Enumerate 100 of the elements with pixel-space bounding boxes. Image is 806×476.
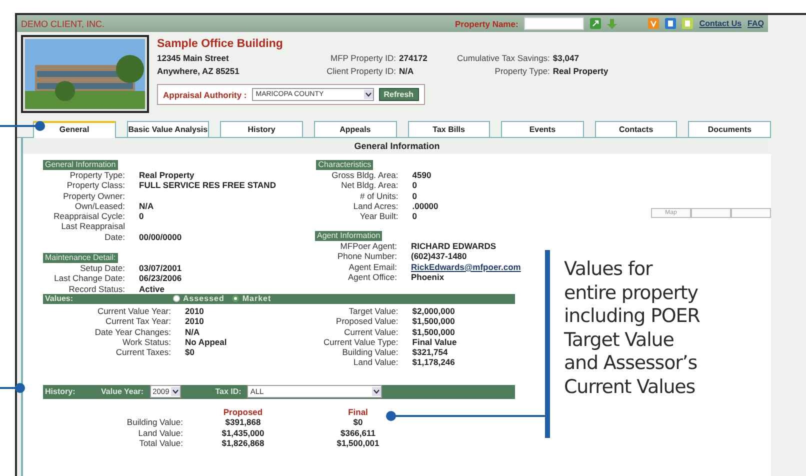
column-header: Proposed (222, 406, 264, 418)
client-name: DEMO CLIENT, INC. (21, 18, 106, 28)
field-value: .00000 (412, 200, 440, 212)
field-value: Phoenix (411, 272, 444, 282)
field-label: Building Value: (341, 347, 398, 358)
field-value: N/A (139, 200, 155, 212)
field-label: Property Type: (68, 170, 125, 180)
field-value: N/A (185, 326, 201, 337)
field-label: Land Value: (352, 357, 398, 368)
field-label: Current Value Year: (96, 306, 171, 316)
field-label: Date Year Changes: (94, 326, 171, 337)
field-value: 2010 (185, 316, 205, 327)
field-value: Real Property (552, 65, 608, 78)
map-option-button[interactable] (731, 208, 771, 218)
table-cell-text: $0 (352, 417, 364, 428)
field-value: $1,500,000 (412, 316, 456, 327)
field-value: 274172 (399, 52, 428, 65)
field-value: 0 (412, 190, 418, 201)
field-value: 03/07/2001 (139, 263, 183, 274)
field-label: Client Property ID: (326, 65, 396, 78)
field-label: Property Class: (66, 180, 125, 191)
map-option-button[interactable] (691, 208, 731, 218)
bar-label: Tax ID: (215, 387, 242, 396)
field-value: 00/00/0000 (139, 232, 183, 242)
table-cell-text: $1,435,000 (220, 428, 266, 438)
radio-option[interactable]: Market (232, 294, 272, 304)
property-name-field[interactable] (524, 17, 584, 30)
callout-pointer (0, 383, 25, 393)
header-link[interactable]: Contact Us (699, 19, 742, 28)
radio-option[interactable]: Assessed (173, 294, 224, 304)
header-link[interactable]: FAQ (748, 19, 764, 28)
dropdown-caret-icon (364, 90, 373, 99)
tab[interactable]: Documents (688, 121, 771, 137)
field-value: 2010 (185, 306, 205, 316)
field-value: 0 (139, 211, 145, 222)
table-cell-text: $1,500,001 (336, 438, 380, 449)
field-label: Land Acres: (352, 200, 398, 212)
address-line: Anywhere, AZ 85251 (157, 65, 240, 78)
field-label: Property Name: (455, 18, 518, 28)
bar-label: Values: (45, 294, 74, 304)
dropdown-caret-icon (171, 387, 180, 396)
field-value: $0 (185, 347, 196, 358)
address-line: 12345 Main Street (157, 52, 230, 65)
section-header: Agent Information (315, 231, 382, 242)
field-value: FULL SERVICE RES FREE STAND (139, 180, 277, 191)
field-label: Year Built: (358, 211, 398, 222)
radio-button[interactable] (232, 295, 240, 302)
field-label: Date: (104, 232, 125, 242)
search-go-icon[interactable] (590, 18, 602, 29)
field-value: $2,000,000 (412, 306, 456, 316)
section-header: General Information (43, 160, 118, 170)
field-label: Work Status: (122, 336, 171, 348)
field-label: Net Bldg. Area: (340, 180, 398, 191)
tab[interactable]: Tax Bills (408, 121, 490, 137)
refresh-button[interactable]: Refresh (378, 88, 419, 101)
tab[interactable]: Appeals (314, 121, 396, 137)
field-label: Last Reappraisal (60, 221, 125, 232)
field-label: Current Tax Year: (104, 316, 171, 327)
table-cell-text: $1,826,868 (220, 438, 266, 449)
arrow-down-icon[interactable] (607, 18, 618, 29)
field-label: Setup Date: (79, 263, 125, 274)
callout-pointer (0, 121, 45, 131)
letter-icon[interactable] (648, 18, 660, 29)
table-cell-text: $366,611 (340, 428, 376, 438)
tab[interactable]: Events (501, 121, 584, 137)
field-label: Proposed Value: (335, 316, 398, 327)
field-value: No Appeal (185, 336, 228, 348)
tab[interactable]: History (220, 121, 303, 137)
field-value: 0 (412, 211, 418, 222)
field-label: MFPoer Agent: (339, 241, 397, 252)
tab[interactable]: Contacts (594, 121, 678, 137)
table-cell-text: $391,868 (224, 417, 262, 428)
field-label: Record Status: (68, 284, 125, 294)
row-label: Building Value: (126, 417, 183, 428)
field-label: # of Units: (358, 190, 398, 201)
field-label: Cumulative Tax Savings: (457, 52, 550, 65)
email-link[interactable]: RickEdwards@mfpoer.com (411, 262, 521, 272)
field-label: Last Change Date: (53, 273, 125, 284)
section-header: Maintenance Detail: (43, 253, 118, 264)
field-value: 4590 (412, 170, 432, 180)
field-value: $3,047 (552, 52, 580, 65)
tab[interactable]: General (33, 121, 116, 138)
note-icon[interactable] (682, 18, 694, 29)
field-value: N/A (399, 65, 415, 78)
column-header: Final (347, 406, 369, 418)
field-value: Final Value (412, 336, 458, 348)
section-header: Characteristics (316, 160, 374, 170)
field-value: $321,754 (412, 347, 449, 358)
bar-label: Value Year: (101, 387, 144, 396)
field-label: MFP Property ID: (330, 52, 396, 65)
dropdown-caret-icon (372, 387, 382, 396)
document-icon[interactable] (665, 18, 676, 29)
bar-label: History: (45, 387, 76, 396)
field-label: Phone Number: (336, 251, 397, 262)
tab[interactable]: Basic Value Analysis (126, 121, 210, 137)
radio-button[interactable] (173, 295, 180, 302)
field-value: $1,178,246 (412, 357, 456, 368)
panel-title: General Information (23, 138, 771, 154)
field-label: Current Value: (343, 326, 398, 337)
property-title: Sample Office Building (157, 38, 284, 50)
